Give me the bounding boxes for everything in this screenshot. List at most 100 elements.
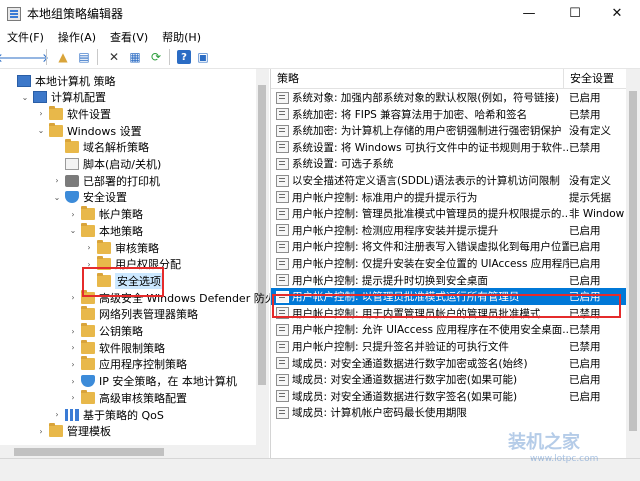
expand-chevron-icon[interactable]: › [68, 377, 78, 386]
tree-node[interactable]: › 软件限制策略 [68, 339, 165, 356]
tree-node[interactable]: 本地计算机 策略 [4, 72, 116, 89]
expand-chevron-icon[interactable]: › [68, 343, 78, 352]
minimize-button[interactable]: — [506, 0, 552, 27]
expand-chevron-icon[interactable]: ⌄ [36, 126, 46, 135]
tree-node-label: 脚本(启动/关机) [83, 158, 162, 171]
list-scroll-thumb[interactable] [629, 91, 637, 431]
maximize-button[interactable]: ☐ [552, 0, 598, 27]
column-policy[interactable]: 策略 [271, 69, 299, 88]
properties-icon[interactable]: ▦ [126, 48, 144, 66]
policy-row[interactable]: 系统设置: 将 Windows 可执行文件中的证书规则用于软件... 已禁用 [271, 139, 626, 156]
expand-chevron-icon[interactable]: ⌄ [68, 226, 78, 235]
policy-setting-value: 已启用 [569, 274, 601, 287]
expand-chevron-icon[interactable]: ⌄ [20, 93, 30, 102]
policy-item-icon [276, 157, 289, 170]
tree-node[interactable]: › 基于策略的 QoS [52, 406, 164, 423]
folder-icon [81, 222, 95, 237]
policy-item-icon [276, 357, 289, 370]
expand-chevron-icon[interactable]: ⌄ [52, 193, 62, 202]
expand-chevron-icon[interactable]: › [36, 427, 46, 436]
folder-icon [97, 239, 111, 254]
policy-setting-value: 已启用 [569, 258, 601, 270]
policy-name: 用户帐户控制: 只提升签名并验证的可执行文件 [292, 341, 509, 353]
policy-setting-value: 已启用 [569, 374, 601, 387]
policy-row[interactable]: 用户帐户控制: 仅提升安装在安全位置的 UIAccess 应用程序 已启用 [271, 255, 626, 272]
policy-row[interactable]: 用户帐户控制: 允许 UIAccess 应用程序在不使用安全桌面... 已禁用 [271, 321, 626, 338]
tree-node[interactable]: 网络列表管理器策略 [68, 306, 198, 323]
tree-node[interactable]: › 应用程序控制策略 [68, 356, 187, 373]
expand-chevron-icon[interactable]: › [68, 327, 78, 336]
tree-node[interactable]: ⌄ 计算机配置 [20, 89, 106, 106]
tree-scroll-thumb[interactable] [258, 85, 266, 385]
expand-chevron-icon[interactable]: › [84, 243, 94, 252]
tree-node[interactable]: › 已部署的打印机 [52, 172, 160, 189]
tree-node[interactable]: › 管理模板 [36, 423, 111, 440]
refresh-icon[interactable]: ⟳ [147, 48, 165, 66]
script-icon [65, 158, 79, 170]
menu-action[interactable]: 操作(A) [51, 29, 103, 45]
expand-chevron-icon[interactable]: › [68, 360, 78, 369]
policy-row[interactable]: 用户帐户控制: 检测应用程序安装并提示提升 已启用 [271, 222, 626, 239]
tree-node-label: 公钥策略 [99, 325, 143, 338]
expand-chevron-icon[interactable]: › [68, 393, 78, 402]
policy-item-icon [276, 224, 289, 237]
policy-row[interactable]: 用户帐户控制: 提示提升时切换到安全桌面 已启用 [271, 272, 626, 289]
chart-icon [65, 408, 79, 421]
policy-item-icon [276, 108, 289, 121]
expand-chevron-icon[interactable]: › [68, 293, 78, 302]
policy-row[interactable]: 系统对象: 加强内部系统对象的默认权限(例如，符号链接) 已启用 [271, 89, 626, 106]
tree-node[interactable]: ⌄ 安全设置 [52, 189, 127, 206]
menu-file[interactable]: 文件(F) [0, 29, 51, 45]
column-security-setting[interactable]: 安全设置 [563, 69, 614, 88]
tree-node[interactable]: › 审核策略 [84, 239, 159, 256]
tree-node[interactable]: › 公钥策略 [68, 323, 143, 340]
tree-node[interactable]: › 软件设置 [36, 105, 111, 122]
folder-icon [81, 306, 95, 321]
toolbar-separator [97, 49, 98, 65]
policy-name: 域成员: 对安全通道数据进行数字签名(如果可能) [292, 390, 518, 403]
delete-icon[interactable]: ✕ [105, 48, 123, 66]
policy-row[interactable]: 域成员: 对安全通道数据进行数字加密(如果可能) 已启用 [271, 371, 626, 388]
policy-row[interactable]: 用户帐户控制: 标准用户的提升提示行为 提示凭据 [271, 189, 626, 206]
policy-setting-value: 已启用 [569, 357, 601, 370]
tree-horizontal-thumb[interactable] [14, 448, 164, 456]
tree-node[interactable]: ⌄ 本地策略 [68, 222, 143, 239]
policy-row[interactable]: 用户帐户控制: 只提升签名并验证的可执行文件 已禁用 [271, 338, 626, 355]
policy-row[interactable]: 系统加密: 将 FIPS 兼容算法用于加密、哈希和签名 已禁用 [271, 106, 626, 123]
tree-node[interactable]: ⌄ Windows 设置 [36, 122, 142, 139]
tree-node-label: 帐户策略 [99, 208, 143, 222]
forward-arrow-icon[interactable]: 🡒 [17, 48, 49, 66]
tree-node-label: 软件设置 [67, 107, 111, 121]
expand-chevron-icon[interactable]: › [36, 109, 46, 118]
policy-row[interactable]: 系统加密: 为计算机上存储的用户密钥强制进行强密钥保护 没有定义 [271, 122, 626, 139]
expand-chevron-icon[interactable]: › [68, 210, 78, 219]
policy-row[interactable]: 用户帐户控制: 管理员批准模式中管理员的提升权限提示的... 非 Window [271, 205, 626, 222]
menu-help[interactable]: 帮助(H) [155, 29, 208, 45]
show-hide-tree-icon[interactable]: ▤ [75, 48, 93, 66]
tree-node[interactable]: › 高级审核策略配置 [68, 389, 187, 406]
tree-node[interactable]: 脚本(启动/关机) [52, 156, 161, 173]
policy-setting-value: 已禁用 [569, 341, 601, 353]
up-folder-icon[interactable]: ▲ [54, 48, 72, 66]
help-icon[interactable]: ? [177, 50, 191, 64]
tree-node[interactable]: 域名解析策略 [52, 139, 149, 156]
policy-row[interactable]: 以安全描述符定义语言(SDDL)语法表示的计算机访问限制 没有定义 [271, 172, 626, 189]
close-button[interactable]: ✕ [594, 0, 640, 27]
policy-setting-value: 已启用 [569, 390, 601, 403]
policy-row[interactable]: 域成员: 计算机帐户密码最长使用期限 [271, 404, 626, 421]
selected-node-highlight [82, 267, 164, 297]
policy-row[interactable]: 用户帐户控制: 将文件和注册表写入错误虚拟化到每用户位置 已启用 [271, 238, 626, 255]
policy-row[interactable]: 域成员: 对安全通道数据进行数字签名(如果可能) 已启用 [271, 388, 626, 405]
menu-view[interactable]: 查看(V) [103, 29, 155, 45]
policy-row[interactable]: 域成员: 对安全通道数据进行数字加密或签名(始终) 已启用 [271, 355, 626, 372]
policy-row[interactable]: 系统设置: 可选子系统 [271, 155, 626, 172]
policy-setting-value: 已启用 [569, 92, 601, 104]
view-icon[interactable]: ▣ [194, 48, 212, 66]
policy-item-icon [276, 240, 289, 253]
policy-name: 域成员: 对安全通道数据进行数字加密或签名(始终) [292, 357, 528, 370]
tree-node-label: 本地策略 [99, 224, 143, 238]
tree-node[interactable]: › 帐户策略 [68, 206, 143, 223]
tree-node[interactable]: › IP 安全策略，在 本地计算机 [68, 373, 237, 390]
expand-chevron-icon[interactable]: › [52, 176, 62, 185]
expand-chevron-icon[interactable]: › [52, 410, 62, 419]
